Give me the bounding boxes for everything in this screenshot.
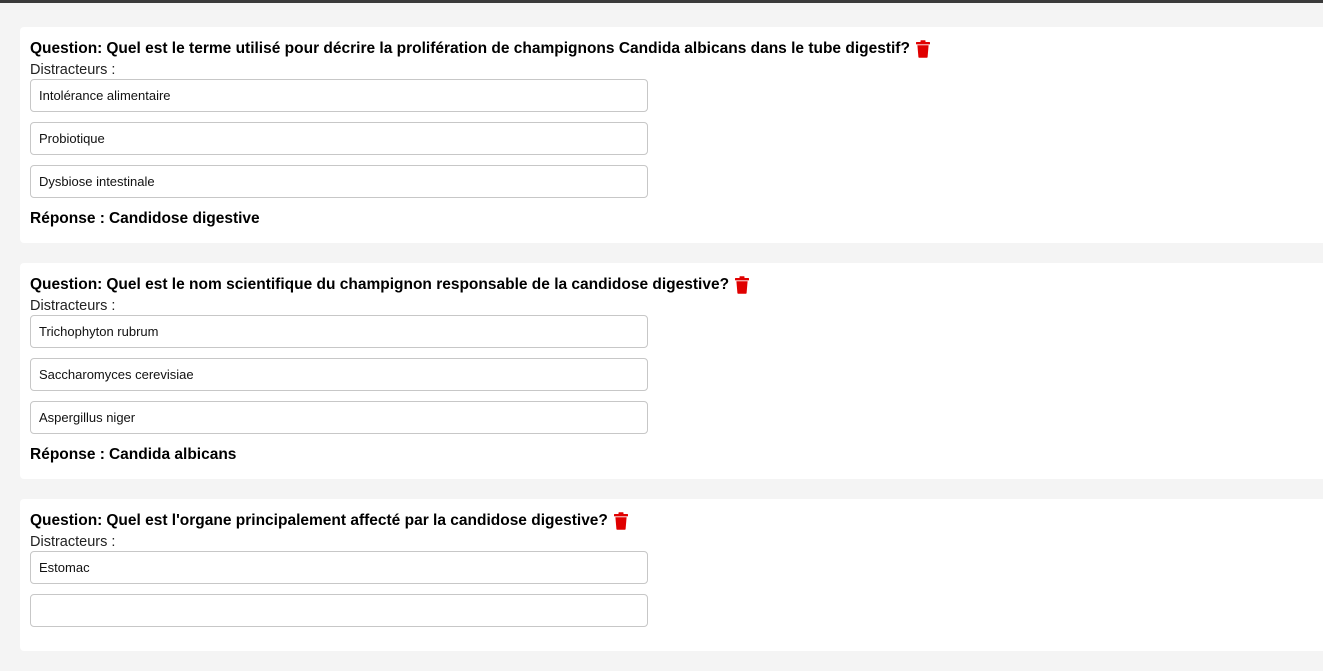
question-line: Question: Quel est l'organe principaleme… xyxy=(30,509,1313,533)
distractor-field[interactable] xyxy=(30,358,648,391)
question-prefix: Question: xyxy=(30,276,103,293)
question-text: Quel est le nom scientifique du champign… xyxy=(106,276,730,293)
distractors-label: Distracteurs : xyxy=(30,62,116,78)
trash-icon[interactable] xyxy=(915,40,931,58)
answer-prefix: Réponse : xyxy=(30,210,105,227)
distractors-label: Distracteurs : xyxy=(30,534,116,550)
answer-text: Candidose digestive xyxy=(108,210,260,227)
question-line: Question: Quel est le terme utilisé pour… xyxy=(30,37,1313,61)
top-border xyxy=(0,0,1323,3)
question-card: Question: Quel est le nom scientifique d… xyxy=(20,263,1323,479)
question-prefix: Question: xyxy=(30,40,103,57)
distractor-field[interactable] xyxy=(30,315,648,348)
answer-line: Réponse : Candida albicans xyxy=(30,445,1313,465)
trash-icon[interactable] xyxy=(734,276,750,294)
distractors-label: Distracteurs : xyxy=(30,298,116,314)
answer-prefix: Réponse : xyxy=(30,446,105,463)
distractor-field[interactable] xyxy=(30,401,648,434)
distractor-field[interactable] xyxy=(30,551,648,584)
answer-line: Réponse : Candidose digestive xyxy=(30,209,1313,229)
question-text: Quel est le terme utilisé pour décrire l… xyxy=(106,40,910,57)
distractor-field[interactable] xyxy=(30,594,648,627)
distractor-field[interactable] xyxy=(30,79,648,112)
question-line: Question: Quel est le nom scientifique d… xyxy=(30,273,1313,297)
answer-text: Candida albicans xyxy=(108,446,237,463)
question-text: Quel est l'organe principalement affecté… xyxy=(106,512,608,529)
question-card: Question: Quel est l'organe principaleme… xyxy=(20,499,1323,651)
question-prefix: Question: xyxy=(30,512,103,529)
trash-icon[interactable] xyxy=(613,512,629,530)
distractor-field[interactable] xyxy=(30,122,648,155)
distractor-field[interactable] xyxy=(30,165,648,198)
question-list: Question: Quel est le terme utilisé pour… xyxy=(20,27,1323,671)
question-card: Question: Quel est le terme utilisé pour… xyxy=(20,27,1323,243)
